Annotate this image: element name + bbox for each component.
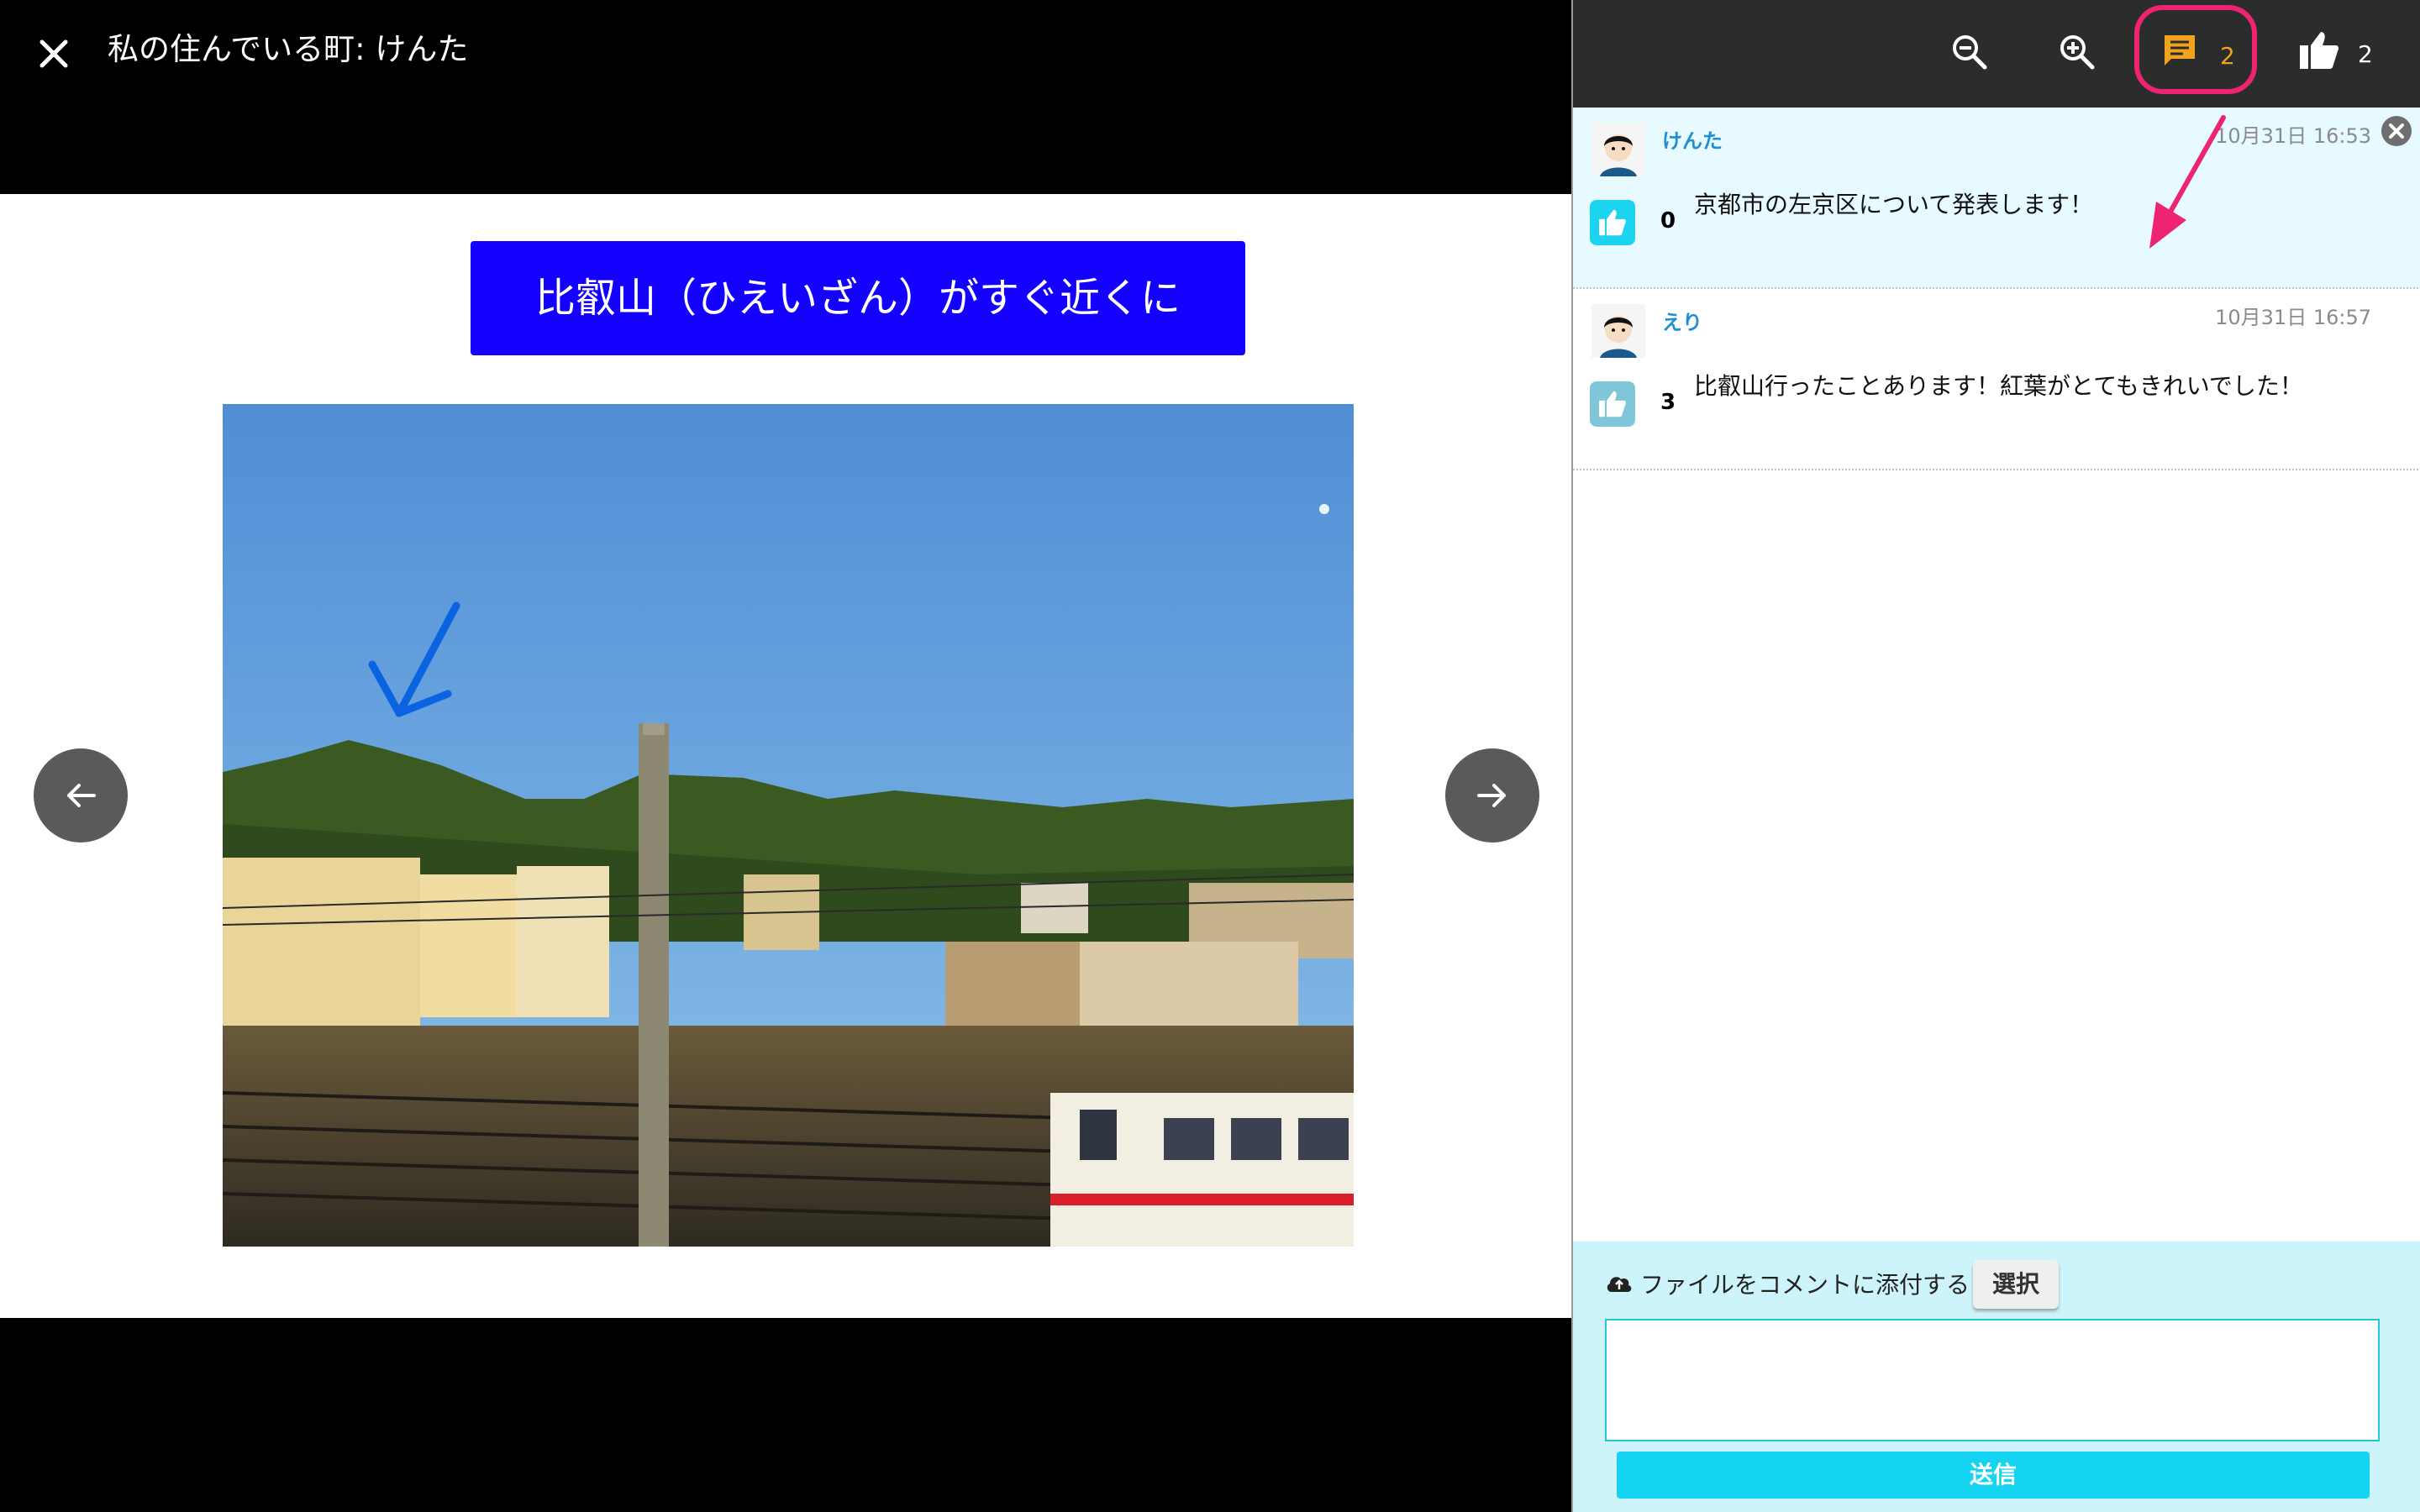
send-button[interactable]: 送信 xyxy=(1617,1452,2370,1499)
comment-timestamp: 10月31日 16:57 xyxy=(2215,306,2371,329)
arrow-right-icon xyxy=(1477,784,1506,807)
comment-text: 比叡山行ったことあります！紅葉がとてもきれいでした！ xyxy=(1694,372,2303,400)
comment-author[interactable]: えり xyxy=(1662,306,1702,335)
zoom-out-button[interactable] xyxy=(1943,25,1998,81)
thumbs-up-icon xyxy=(2300,32,2339,69)
avatar xyxy=(1591,304,1645,358)
thumbs-up-icon xyxy=(1599,209,1626,236)
comments-count: 2 xyxy=(2220,42,2235,70)
like-comment-button[interactable] xyxy=(1590,381,1635,427)
comment-item: けんた 10月31日 16:53 0 京都市の左京区について発表します！ xyxy=(1573,108,2420,289)
comment-timestamp: 10月31日 16:53 xyxy=(2215,124,2371,148)
zoom-in-button[interactable] xyxy=(2050,25,2106,81)
next-slide-button[interactable] xyxy=(1445,748,1539,843)
zoom-out-icon xyxy=(1953,35,1987,70)
comment-item: えり 10月31日 16:57 3 比叡山行ったことあります！紅葉がとてもきれい… xyxy=(1573,289,2420,470)
likes-button[interactable]: 2 xyxy=(2297,25,2390,81)
comments-toggle-button[interactable]: 2 xyxy=(2134,5,2257,94)
slide-title: 私の住んでいる町: けんた xyxy=(108,31,469,67)
slide-viewer: 私の住んでいる町: けんた 比叡山（ひえいざん）がすぐ近くに xyxy=(0,0,1571,1512)
annotation-arrow-icon xyxy=(2149,115,2226,249)
cloud-upload-icon xyxy=(1607,1277,1632,1292)
delete-comment-button[interactable] xyxy=(2380,114,2413,148)
zoom-in-icon xyxy=(2060,35,2095,70)
slide-photo xyxy=(223,404,1354,1247)
like-comment-button[interactable] xyxy=(1590,200,1635,245)
attach-file-label: ファイルをコメントに添付する xyxy=(1640,1271,1970,1299)
select-file-button[interactable]: 選択 xyxy=(1973,1260,2059,1309)
comment-author[interactable]: けんた xyxy=(1662,124,1723,154)
avatar xyxy=(1591,123,1645,176)
close-button[interactable] xyxy=(34,34,74,74)
comment-icon xyxy=(2165,35,2195,66)
comments-panel: 2 2 けんた 10月31日 16:53 0 京都市の左京区について発表します！… xyxy=(1571,0,2420,1512)
arrow-left-icon xyxy=(67,784,96,807)
slide-caption: 比叡山（ひえいざん）がすぐ近くに xyxy=(471,241,1245,355)
likes-count: 2 xyxy=(2358,40,2373,68)
panel-toolbar: 2 2 xyxy=(1573,0,2420,108)
comment-text: 京都市の左京区について発表します！ xyxy=(1694,191,2094,218)
close-icon xyxy=(39,39,68,68)
close-circle-icon xyxy=(2381,116,2412,146)
prev-slide-button[interactable] xyxy=(34,748,128,843)
comment-like-count: 3 xyxy=(1660,390,1676,415)
comment-like-count: 0 xyxy=(1660,208,1676,234)
comment-input[interactable] xyxy=(1605,1319,2380,1441)
thumbs-up-icon xyxy=(1599,391,1626,417)
comment-composer: ファイルをコメントに添付する 選択 送信 xyxy=(1573,1242,2420,1512)
slide-content: 比叡山（ひえいざん）がすぐ近くに xyxy=(0,194,1571,1318)
